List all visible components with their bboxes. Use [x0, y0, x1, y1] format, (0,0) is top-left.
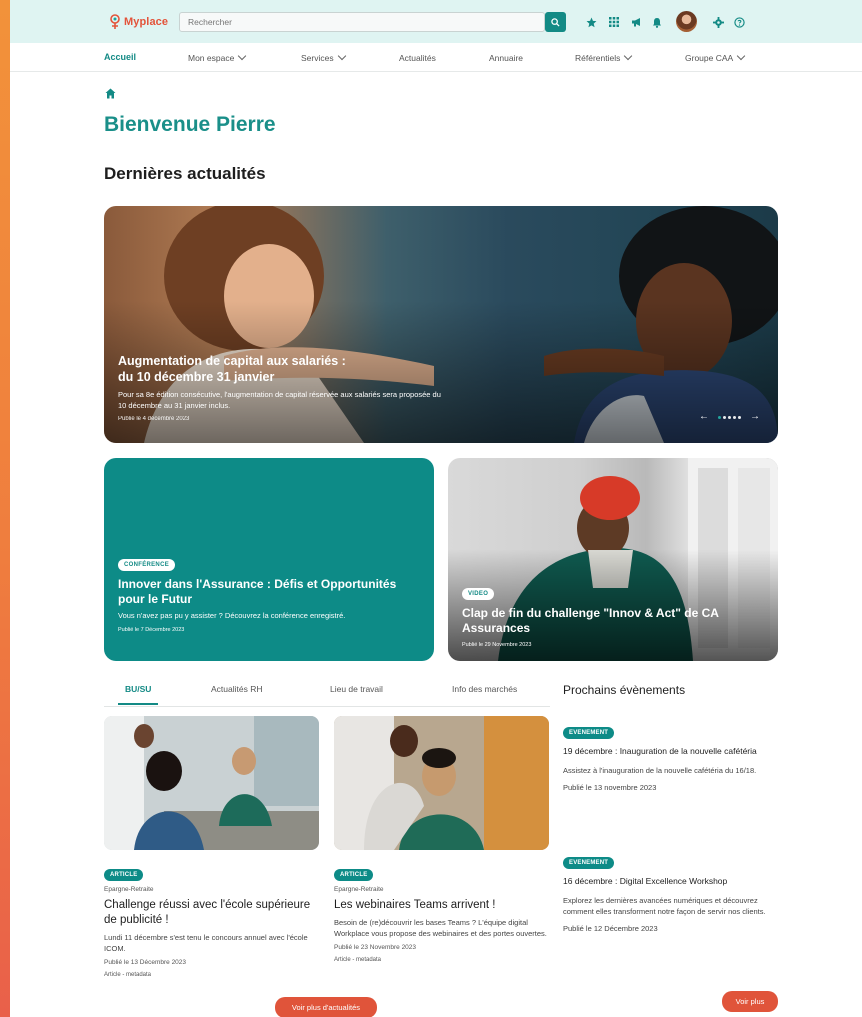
- card-date: Publié le 7 Décembre 2023: [118, 627, 185, 633]
- star-icon[interactable]: [584, 15, 598, 29]
- nav-item-referentiels[interactable]: Référentiels: [575, 51, 633, 63]
- nav-item-label: Référentiels: [575, 53, 621, 63]
- article-date: Publié le 13 Décembre 2023: [104, 959, 187, 966]
- grid-icon[interactable]: [607, 15, 621, 29]
- card-date: Publié le 29 Novembre 2023: [462, 642, 532, 648]
- article-meta: Article - metadata: [104, 972, 152, 978]
- event-description: Assistez à l'inauguration de la nouvelle…: [563, 766, 757, 775]
- card-body: CONFÉRENCE Innover dans l'Assurance : Dé…: [118, 553, 418, 633]
- nav-item-label: Mon espace: [188, 53, 235, 63]
- hero-title-line: Augmentation de capital aux salariés :: [118, 354, 346, 368]
- more-news-button[interactable]: Voir plus d'actualités: [275, 997, 377, 1017]
- card-tag: CONFÉRENCE: [118, 559, 176, 571]
- logo-text: Myplace: [124, 16, 169, 28]
- hero-date: Publié le 4 décembre 2023: [118, 416, 190, 422]
- search-icon: [551, 17, 560, 27]
- search-input[interactable]: [179, 12, 545, 32]
- chevron-down-icon: [624, 51, 633, 61]
- news-section-title: Dernières actualités: [104, 164, 266, 183]
- carousel-dots: [717, 411, 742, 422]
- nav-item-services[interactable]: Services: [301, 51, 346, 63]
- event-item[interactable]: EVENEMENT 16 décembre : Digital Excellen…: [563, 851, 778, 933]
- page-title: Bienvenue Pierre: [104, 113, 276, 136]
- chevron-down-icon: [337, 51, 346, 61]
- article-title[interactable]: Les webinaires Teams arrivent !: [334, 898, 549, 913]
- search-button[interactable]: [545, 12, 566, 32]
- event-date: Publié le 13 novembre 2023: [563, 783, 657, 792]
- event-title[interactable]: 19 décembre : Inauguration de la nouvell…: [563, 745, 778, 758]
- tab-actualites-rh[interactable]: Actualités RH: [211, 684, 263, 694]
- article-date: Publié le 23 Novembre 2023: [334, 944, 417, 951]
- active-tab-indicator: [118, 703, 158, 705]
- card-description: Vous n'avez pas pu y assister ? Découvre…: [118, 611, 346, 620]
- article-category: Epargne-Retraite: [334, 886, 384, 893]
- nav-item-mon-espace[interactable]: Mon espace: [188, 51, 247, 63]
- article-title[interactable]: Challenge réussi avec l'école supérieure…: [104, 898, 319, 928]
- tab-info-des-marches[interactable]: Info des marchés: [452, 684, 517, 694]
- event-tag: EVENEMENT: [563, 727, 615, 739]
- arrow-left-icon[interactable]: ←: [699, 411, 709, 422]
- logo[interactable]: Myplace: [108, 14, 168, 30]
- events-more-button[interactable]: Voir plus: [722, 991, 778, 1012]
- carousel-dot[interactable]: [723, 416, 726, 419]
- home-icon[interactable]: [105, 88, 116, 99]
- user-avatar[interactable]: [676, 11, 697, 32]
- nav-item-groupe-caa[interactable]: Groupe CAA: [685, 51, 746, 63]
- events-title: Prochains évènements: [563, 683, 686, 697]
- nav-item-accueil[interactable]: Accueil: [104, 52, 136, 62]
- carousel-controls: ← →: [699, 411, 760, 422]
- carousel-dot[interactable]: [733, 416, 736, 419]
- article-description: Lundi 11 décembre s'est tenu le concours…: [104, 933, 308, 953]
- event-item[interactable]: EVENEMENT 19 décembre : Inauguration de …: [563, 721, 778, 792]
- article-tag: ARTICLE: [104, 869, 144, 881]
- carousel-dot[interactable]: [718, 416, 721, 419]
- megaphone-icon[interactable]: [629, 15, 643, 29]
- hero-title-line: du 10 décembre 31 janvier: [118, 370, 275, 384]
- conference-card[interactable]: CONFÉRENCE Innover dans l'Assurance : Dé…: [104, 458, 434, 661]
- hero-carousel[interactable]: Augmentation de capital aux salariés : du…: [104, 206, 778, 443]
- hero-caption: Augmentation de capital aux salariés : du…: [118, 353, 448, 422]
- logo-icon: [110, 14, 120, 29]
- hero-title[interactable]: Augmentation de capital aux salariés : du…: [118, 353, 448, 385]
- article-description: Besoin de (re)découvrir les bases Teams …: [334, 918, 547, 938]
- carousel-dot[interactable]: [738, 416, 741, 419]
- event-date: Publié le 12 Décembre 2023: [563, 924, 658, 933]
- chevron-down-icon: [736, 51, 746, 61]
- video-card[interactable]: VIDEO Clap de fin du challenge "Innov & …: [448, 458, 778, 661]
- article-content: ARTICLE Epargne-Retraite Challenge réuss…: [104, 863, 319, 978]
- article-image: [104, 716, 319, 850]
- nav-item-label: Groupe CAA: [685, 53, 734, 63]
- nav-item-actualites[interactable]: Actualités: [399, 53, 436, 63]
- article-meta: Article - metadata: [334, 957, 382, 963]
- main-nav: Accueil Mon espace Services Actualités A…: [10, 43, 862, 72]
- tab-lieu-de-travail[interactable]: Lieu de travail: [330, 684, 383, 694]
- bell-icon[interactable]: [650, 15, 664, 29]
- gear-icon[interactable]: [711, 15, 725, 29]
- card-tag: VIDEO: [462, 588, 495, 600]
- card-body: VIDEO Clap de fin du challenge "Innov & …: [462, 582, 762, 648]
- news-tabs: BU/SU Actualités RH Lieu de travail Info…: [104, 684, 550, 707]
- event-tag: EVENEMENT: [563, 857, 615, 869]
- top-bar: Myplace: [10, 0, 862, 43]
- article-card[interactable]: ARTICLE Epargne-Retraite Les webinaires …: [334, 716, 549, 963]
- hero-description: Pour sa 8e édition consécutive, l'augmen…: [118, 390, 441, 410]
- article-content: ARTICLE Epargne-Retraite Les webinaires …: [334, 863, 549, 963]
- tab-bu-su[interactable]: BU/SU: [125, 684, 151, 694]
- card-title: Clap de fin du challenge "Innov & Act" d…: [462, 606, 719, 635]
- article-card[interactable]: ARTICLE Epargne-Retraite Challenge réuss…: [104, 716, 319, 978]
- article-tag: ARTICLE: [334, 869, 374, 881]
- event-description: Explorez les dernières avancées numériqu…: [563, 896, 766, 916]
- nav-item-label: Services: [301, 53, 334, 63]
- nav-item-annuaire[interactable]: Annuaire: [489, 53, 523, 63]
- help-icon[interactable]: [732, 15, 746, 29]
- card-title: Innover dans l'Assurance : Défis et Oppo…: [118, 577, 397, 606]
- article-image: [334, 716, 549, 850]
- chevron-down-icon: [238, 51, 247, 61]
- event-title[interactable]: 16 décembre : Digital Excellence Worksho…: [563, 875, 778, 888]
- carousel-dot[interactable]: [728, 416, 731, 419]
- arrow-right-icon[interactable]: →: [750, 411, 760, 422]
- page: Myplace Rechercher Accueil Mon espace Se…: [10, 0, 862, 1017]
- article-category: Epargne-Retraite: [104, 886, 154, 893]
